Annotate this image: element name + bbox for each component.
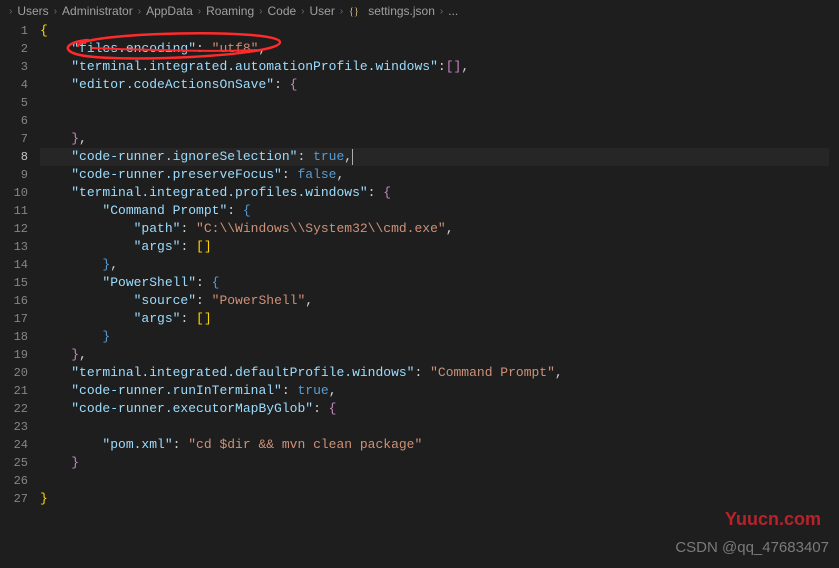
code-line[interactable] — [40, 94, 839, 112]
code-line[interactable]: } — [40, 490, 839, 508]
code-line[interactable]: "args": [] — [40, 310, 839, 328]
line-number: 26 — [0, 472, 28, 490]
code-line[interactable]: "code-runner.executorMapByGlob": { — [40, 400, 839, 418]
line-number: 9 — [0, 166, 28, 184]
breadcrumb-segment[interactable]: ... — [448, 4, 458, 18]
braces-icon: {} — [348, 4, 362, 18]
code-line[interactable]: "code-runner.preserveFocus": false, — [40, 166, 839, 184]
code-line[interactable] — [40, 112, 839, 130]
code-line[interactable]: } — [40, 328, 839, 346]
code-line[interactable]: { — [40, 22, 839, 40]
code-area[interactable]: { "files.encoding": "utf8", "terminal.in… — [40, 22, 839, 568]
code-line[interactable]: "PowerShell": { — [40, 274, 839, 292]
code-line[interactable]: "terminal.integrated.defaultProfile.wind… — [40, 364, 839, 382]
line-number: 2 — [0, 40, 28, 58]
code-line[interactable]: "args": [] — [40, 238, 839, 256]
line-number: 7 — [0, 130, 28, 148]
breadcrumb-segment[interactable]: settings.json — [368, 4, 435, 18]
line-number: 1 — [0, 22, 28, 40]
breadcrumb-segment[interactable]: Roaming — [206, 4, 254, 18]
chevron-right-icon: › — [301, 6, 304, 17]
watermark-yuucn: Yuucn.com — [725, 509, 821, 530]
chevron-right-icon: › — [440, 6, 443, 17]
code-line[interactable]: "path": "C:\\Windows\\System32\\cmd.exe"… — [40, 220, 839, 238]
code-line[interactable]: "files.encoding": "utf8", — [40, 40, 839, 58]
chevron-right-icon: › — [259, 6, 262, 17]
line-number: 23 — [0, 418, 28, 436]
line-number: 6 — [0, 112, 28, 130]
chevron-right-icon: › — [138, 6, 141, 17]
code-line[interactable]: "terminal.integrated.automationProfile.w… — [40, 58, 839, 76]
line-number: 17 — [0, 310, 28, 328]
breadcrumb-segment[interactable]: Administrator — [62, 4, 133, 18]
code-line[interactable]: "source": "PowerShell", — [40, 292, 839, 310]
chevron-right-icon: › — [340, 6, 343, 17]
breadcrumb-segment[interactable]: Users — [17, 4, 48, 18]
line-number: 18 — [0, 328, 28, 346]
line-number: 15 — [0, 274, 28, 292]
breadcrumb-segment[interactable]: Code — [267, 4, 296, 18]
breadcrumb-segment[interactable]: AppData — [146, 4, 193, 18]
breadcrumb[interactable]: › Users › Administrator › AppData › Roaming › Cod… — [0, 0, 839, 22]
line-number: 13 — [0, 238, 28, 256]
code-line[interactable] — [40, 472, 839, 490]
code-editor[interactable]: 1234567891011121314151617181920212223242… — [0, 22, 839, 568]
line-number: 20 — [0, 364, 28, 382]
chevron-right-icon: › — [54, 6, 57, 17]
breadcrumb-segment[interactable]: User — [310, 4, 335, 18]
code-line[interactable]: "terminal.integrated.profiles.windows": … — [40, 184, 839, 202]
line-number: 27 — [0, 490, 28, 508]
watermark-csdn: CSDN @qq_47683407 — [675, 539, 829, 556]
line-number: 8 — [0, 148, 28, 166]
line-number: 4 — [0, 76, 28, 94]
line-number: 3 — [0, 58, 28, 76]
line-number: 16 — [0, 292, 28, 310]
line-number: 21 — [0, 382, 28, 400]
line-number: 24 — [0, 436, 28, 454]
line-number: 12 — [0, 220, 28, 238]
line-number: 19 — [0, 346, 28, 364]
line-number: 14 — [0, 256, 28, 274]
line-number: 10 — [0, 184, 28, 202]
code-line[interactable] — [40, 418, 839, 436]
line-number: 25 — [0, 454, 28, 472]
line-number: 5 — [0, 94, 28, 112]
code-line[interactable]: }, — [40, 130, 839, 148]
chevron-right-icon: › — [198, 6, 201, 17]
line-number: 22 — [0, 400, 28, 418]
line-number-gutter: 1234567891011121314151617181920212223242… — [0, 22, 40, 568]
code-line[interactable]: }, — [40, 346, 839, 364]
code-line[interactable]: "pom.xml": "cd $dir && mvn clean package… — [40, 436, 839, 454]
svg-text:{}: {} — [349, 7, 359, 18]
code-line[interactable]: "editor.codeActionsOnSave": { — [40, 76, 839, 94]
text-cursor — [352, 149, 353, 165]
code-line[interactable]: "code-runner.ignoreSelection": true, — [40, 148, 829, 166]
chevron-right-icon: › — [9, 6, 12, 17]
code-line[interactable]: }, — [40, 256, 839, 274]
code-line[interactable]: "Command Prompt": { — [40, 202, 839, 220]
line-number: 11 — [0, 202, 28, 220]
code-line[interactable]: "code-runner.runInTerminal": true, — [40, 382, 839, 400]
code-line[interactable]: } — [40, 454, 839, 472]
